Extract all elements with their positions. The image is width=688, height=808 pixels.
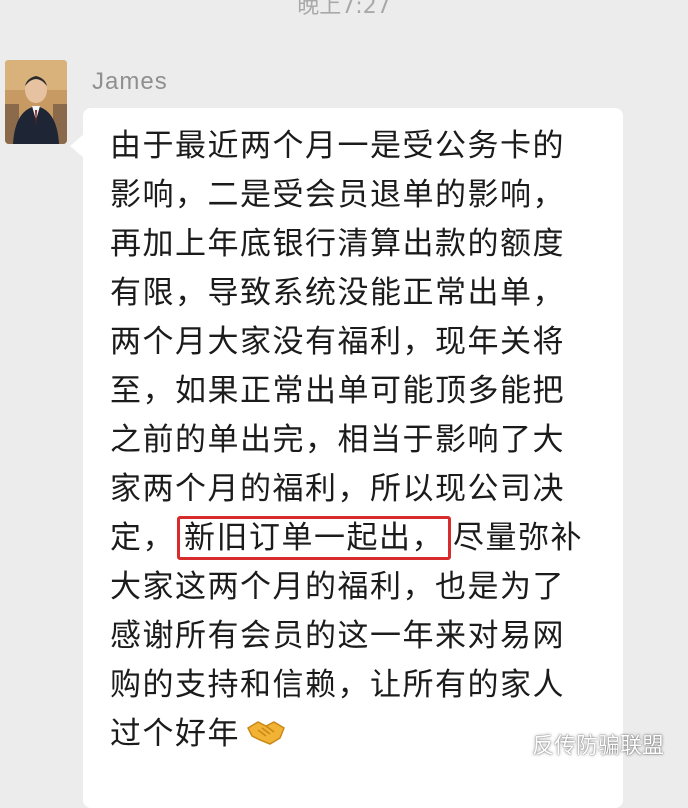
- message-line: 家两个月的福利，所以现公司决: [110, 471, 565, 507]
- message-line: 影响，二是受会员退单的影响，: [110, 177, 565, 213]
- bubble-tail: [70, 134, 84, 158]
- highlight-box: 新旧订单一起出，: [177, 516, 451, 560]
- message-line: 大家这两个月的福利，也是为了: [110, 569, 565, 605]
- handshake-icon: [246, 714, 286, 758]
- sender-name: James: [92, 68, 168, 95]
- wechat-icon: [497, 733, 524, 755]
- avatar[interactable]: [5, 60, 67, 144]
- message-line-highlighted: 定， 新旧订单一起出， 尽量弥补: [110, 516, 583, 560]
- highlight-prefix: 定，: [110, 520, 175, 556]
- message-line: 至，如果正常出单可能顶多能把: [110, 373, 565, 409]
- message-line: 有限，导致系统没能正常出单，: [110, 275, 565, 311]
- message-line: 再加上年底银行清算出款的额度: [110, 226, 565, 262]
- message-line: 之前的单出完，相当于影响了大: [110, 422, 565, 458]
- highlight-suffix: 尽量弥补: [453, 520, 583, 556]
- message-line: 两个月大家没有福利，现年关将: [110, 324, 565, 360]
- message-line: 购的支持和信赖，让所有的家人: [110, 667, 565, 703]
- message-bubble[interactable]: 由于最近两个月一是受公务卡的 影响，二是受会员退单的影响， 再加上年底银行清算出…: [70, 108, 623, 808]
- watermark: 反传防骗联盟: [497, 728, 664, 760]
- message-line: 感谢所有会员的这一年来对易网: [110, 618, 565, 654]
- watermark-text: 反传防骗联盟: [531, 734, 664, 759]
- message-line-last: 过个好年: [110, 712, 286, 758]
- message-timestamp: 晚上7:27: [297, 0, 391, 19]
- avatar-photo-icon: [5, 60, 67, 144]
- message-line: 由于最近两个月一是受公务卡的: [110, 128, 565, 164]
- last-line-text: 过个好年: [110, 716, 240, 752]
